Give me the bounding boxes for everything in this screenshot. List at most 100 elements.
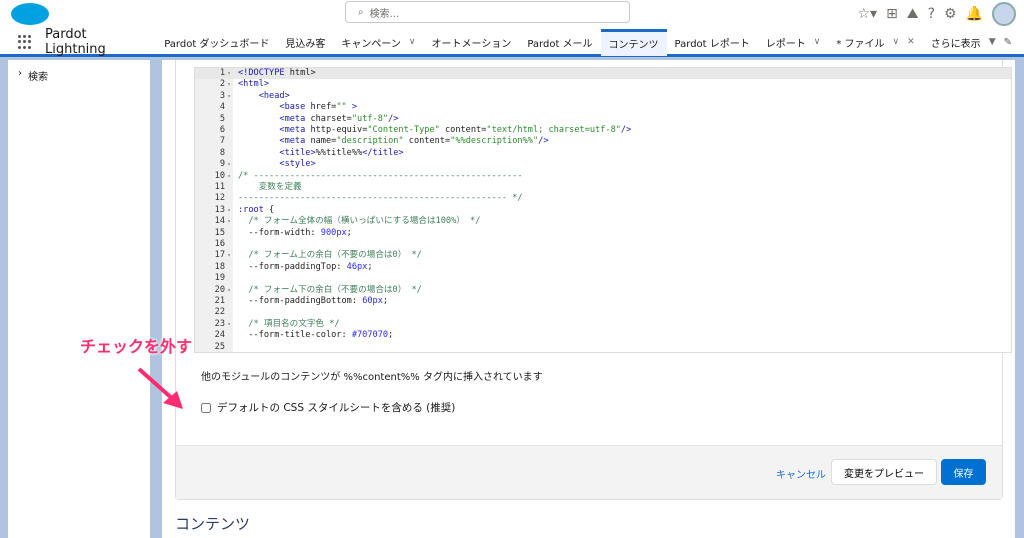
code-line: 16 bbox=[195, 239, 1011, 250]
code-line: 2 ▾ <html> bbox=[195, 79, 1011, 90]
line-number: 10 bbox=[214, 170, 225, 181]
line-number: 2 bbox=[219, 79, 225, 90]
gear-icon[interactable]: ⚙ bbox=[944, 6, 957, 22]
code-token: html> bbox=[284, 68, 316, 78]
cancel-button[interactable]: キャンセル bbox=[776, 466, 826, 481]
code-token: { bbox=[263, 204, 275, 215]
code-token: /* フォーム全体の幅（横いっぱいにする場合は100%） */ bbox=[238, 216, 481, 227]
code-line: 24 --form-title-color: #707070; bbox=[195, 330, 1011, 341]
chevron-down-icon[interactable]: ∨ bbox=[814, 37, 821, 47]
line-number: 4 bbox=[219, 102, 225, 113]
code-token: 60px bbox=[362, 296, 383, 306]
code-token: %%title%% bbox=[315, 147, 363, 158]
tab-8[interactable]: * ファイル ∨ ✕ bbox=[828, 29, 922, 56]
line-number: 18 bbox=[214, 261, 225, 272]
chevron-down-icon[interactable]: ∨ bbox=[409, 37, 416, 47]
code-token: "" bbox=[336, 102, 347, 113]
avatar[interactable] bbox=[992, 2, 1016, 26]
fold-icon[interactable]: ▾ bbox=[225, 319, 233, 330]
checkbox[interactable] bbox=[201, 402, 211, 413]
code-line: 1 ▾ <!DOCTYPE html> bbox=[195, 68, 1011, 80]
code-token: <html> bbox=[238, 79, 270, 90]
search-placeholder: 検索... bbox=[369, 8, 400, 20]
fold-icon[interactable]: ▾ bbox=[225, 285, 233, 296]
tab-3[interactable]: オートメーション bbox=[424, 29, 520, 56]
tab-label: コンテンツ bbox=[608, 40, 659, 51]
fold-icon[interactable]: ▾ bbox=[225, 171, 233, 182]
favorites-icon[interactable]: ☆▾ bbox=[857, 6, 877, 22]
tab-5[interactable]: コンテンツ bbox=[600, 28, 667, 56]
line-number: 11 bbox=[214, 182, 225, 192]
app-launcher-icon[interactable] bbox=[18, 35, 31, 49]
code-line: 12 --------------------------------------… bbox=[195, 193, 1011, 204]
tab-label: 見込み客 bbox=[285, 38, 326, 50]
line-number: 16 bbox=[214, 239, 225, 249]
code-line: 13 ▾:root { bbox=[195, 205, 1011, 216]
fold-icon[interactable]: ▾ bbox=[225, 250, 233, 261]
line-number: 14 bbox=[214, 216, 225, 227]
line-number: 22 bbox=[214, 307, 225, 318]
code-token: <meta bbox=[279, 136, 306, 147]
app-name: Pardot Lightning bbox=[45, 27, 106, 57]
line-number: 6 bbox=[219, 125, 225, 135]
code-line: 25 bbox=[195, 342, 1011, 352]
line-number: 5 bbox=[219, 113, 225, 124]
fold-icon[interactable]: ▾ bbox=[225, 91, 233, 102]
trailhead-icon[interactable]: ⛰ bbox=[907, 6, 919, 22]
help-icon[interactable]: ? bbox=[928, 6, 935, 22]
tab-7[interactable]: レポート ∨ bbox=[758, 29, 829, 56]
code-token: ----------------------------------------… bbox=[238, 193, 523, 204]
fold-icon[interactable]: ▾ bbox=[225, 159, 233, 170]
code-token: /> bbox=[388, 113, 399, 124]
caret-down-icon: ▼ bbox=[988, 37, 996, 47]
code-line: 17 ▾ /* フォーム上の余白（不要の場合は0） */ bbox=[195, 250, 1011, 261]
nav-bar: Pardot Lightning Pardot ダッシュボード 見込み客 キャンペー… bbox=[0, 27, 1024, 57]
code-token: <head> bbox=[258, 90, 290, 101]
salesforce-logo[interactable] bbox=[10, 2, 50, 26]
line-number: 7 bbox=[219, 136, 225, 147]
add-icon[interactable]: ⊞ bbox=[886, 6, 898, 22]
code-token: <base bbox=[279, 102, 306, 113]
tab-1[interactable]: 見込み客 bbox=[277, 29, 333, 56]
tab-6[interactable]: Pardot レポート bbox=[667, 29, 758, 56]
code-token: "text/html; charset=utf-8" bbox=[486, 125, 621, 135]
tab-0[interactable]: Pardot ダッシュボード bbox=[156, 29, 277, 56]
code-token: <!DOCTYPE bbox=[238, 68, 285, 78]
tab-4[interactable]: Pardot メール bbox=[519, 29, 600, 56]
bell-icon[interactable]: 🔔 bbox=[966, 6, 983, 22]
tab-2[interactable]: キャンペーン ∨ bbox=[333, 29, 423, 56]
global-header: ⌕ 検索... ☆▾ ⊞ ⛰ ? ⚙ 🔔 bbox=[0, 0, 1024, 30]
code-token: "Content-Type" bbox=[367, 125, 440, 135]
code-token: ; bbox=[346, 227, 352, 238]
sidebar-item-label: 検索 bbox=[28, 72, 48, 83]
tab-label: Pardot ダッシュボード bbox=[164, 38, 270, 50]
tab-9[interactable]: さらに表示 ▼ bbox=[923, 29, 1004, 56]
line-number: 1 bbox=[219, 68, 225, 78]
save-button[interactable]: 保存 bbox=[941, 459, 986, 485]
edit-nav-icon[interactable]: ✎ bbox=[1004, 37, 1012, 48]
line-number: 19 bbox=[214, 273, 225, 284]
section-title: コンテンツ bbox=[175, 515, 251, 533]
code-token: <meta bbox=[279, 113, 306, 124]
tab-label: レポート bbox=[765, 38, 806, 50]
close-icon[interactable]: ✕ bbox=[907, 37, 915, 47]
fold-icon[interactable]: ▾ bbox=[225, 216, 233, 227]
chevron-down-icon[interactable]: ∨ bbox=[893, 37, 900, 47]
default-css-checkbox[interactable]: デフォルトの CSS スタイルシートを含める (推奨) bbox=[201, 400, 455, 415]
search-input[interactable]: ⌕ 検索... bbox=[345, 1, 630, 23]
annotation-text: チェックを外す bbox=[80, 337, 193, 356]
code-line: 18 --form-paddingTop: 46px; bbox=[195, 262, 1011, 273]
code-editor[interactable]: 1 ▾ <!DOCTYPE html> 2 ▾ <html> 3 ▾ <head> 4 <bas… bbox=[194, 67, 1012, 353]
code-line: 22 bbox=[195, 307, 1011, 318]
fold-icon[interactable]: ▾ bbox=[225, 79, 233, 90]
fold-icon[interactable]: ▾ bbox=[225, 205, 233, 216]
fold-icon[interactable]: ▾ bbox=[225, 68, 233, 79]
line-number: 17 bbox=[214, 250, 225, 261]
left-sidebar: › 検索 bbox=[8, 60, 150, 538]
sidebar-item-search[interactable]: › 検索 bbox=[18, 68, 48, 83]
preview-button[interactable]: 変更をプレビュー bbox=[831, 459, 937, 485]
